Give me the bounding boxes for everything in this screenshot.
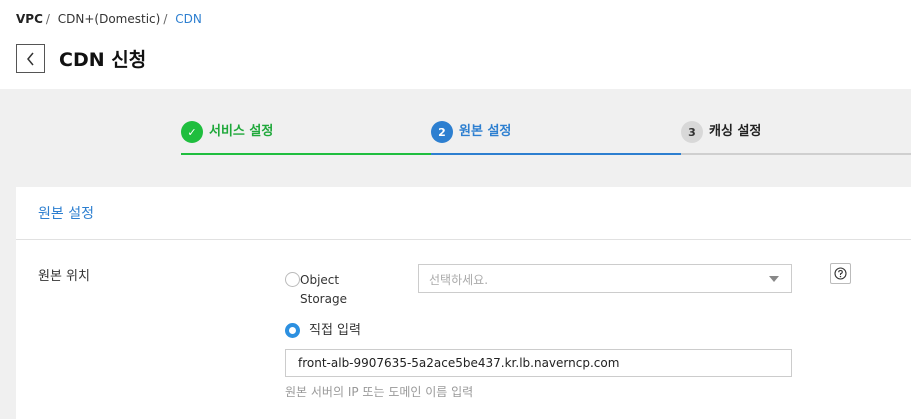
origin-domain-input[interactable]	[285, 349, 792, 377]
step-label: 서비스 설정	[209, 124, 274, 139]
question-circle-icon	[834, 267, 847, 280]
step-number-badge: 3	[681, 121, 703, 143]
step-label: 캐싱 설정	[709, 124, 762, 139]
breadcrumb-cdn[interactable]: CDN	[175, 12, 202, 26]
step-service-settings[interactable]: ✓ 서비스 설정	[181, 121, 431, 155]
step-caching-settings[interactable]: 3 캐싱 설정	[681, 121, 911, 155]
object-storage-radio[interactable]	[285, 272, 300, 287]
origin-settings-panel: 원본 설정 원본 위치 Object Storage 선택하세요. 직접 입력 …	[16, 187, 911, 419]
step-origin-settings[interactable]: 2 원본 설정	[431, 121, 681, 155]
direct-input-label[interactable]: 직접 입력	[309, 321, 361, 340]
origin-input-hint: 원본 서버의 IP 또는 도메인 이름 입력	[285, 385, 474, 399]
object-storage-label[interactable]: Object	[300, 271, 339, 290]
caret-down-icon	[769, 276, 779, 282]
step-number-badge: 2	[431, 121, 453, 143]
breadcrumb: VPC / CDN+(Domestic) / CDN	[16, 12, 202, 26]
select-placeholder: 선택하세요.	[429, 273, 489, 287]
breadcrumb-cdn-domestic[interactable]: CDN+(Domestic)	[58, 12, 161, 26]
stepper: ✓ 서비스 설정 2 원본 설정 3 캐싱 설정	[181, 121, 911, 155]
step-label: 원본 설정	[459, 124, 512, 139]
origin-location-label: 원본 위치	[38, 269, 90, 284]
page-title: CDN 신청	[59, 49, 147, 71]
panel-title: 원본 설정	[16, 187, 911, 240]
step-progress-bar	[431, 153, 681, 155]
breadcrumb-separator: /	[163, 12, 168, 26]
step-progress-bar	[681, 153, 911, 155]
bucket-select[interactable]: 선택하세요.	[418, 264, 792, 293]
object-storage-label-line2[interactable]: Storage	[300, 290, 347, 309]
chevron-left-icon	[26, 52, 34, 65]
help-button[interactable]	[830, 263, 851, 284]
step-progress-bar	[181, 153, 431, 155]
breadcrumb-vpc[interactable]: VPC	[16, 12, 43, 26]
breadcrumb-separator: /	[45, 12, 50, 26]
back-button[interactable]	[16, 44, 45, 73]
direct-input-radio[interactable]	[285, 323, 300, 338]
check-icon: ✓	[181, 121, 203, 143]
